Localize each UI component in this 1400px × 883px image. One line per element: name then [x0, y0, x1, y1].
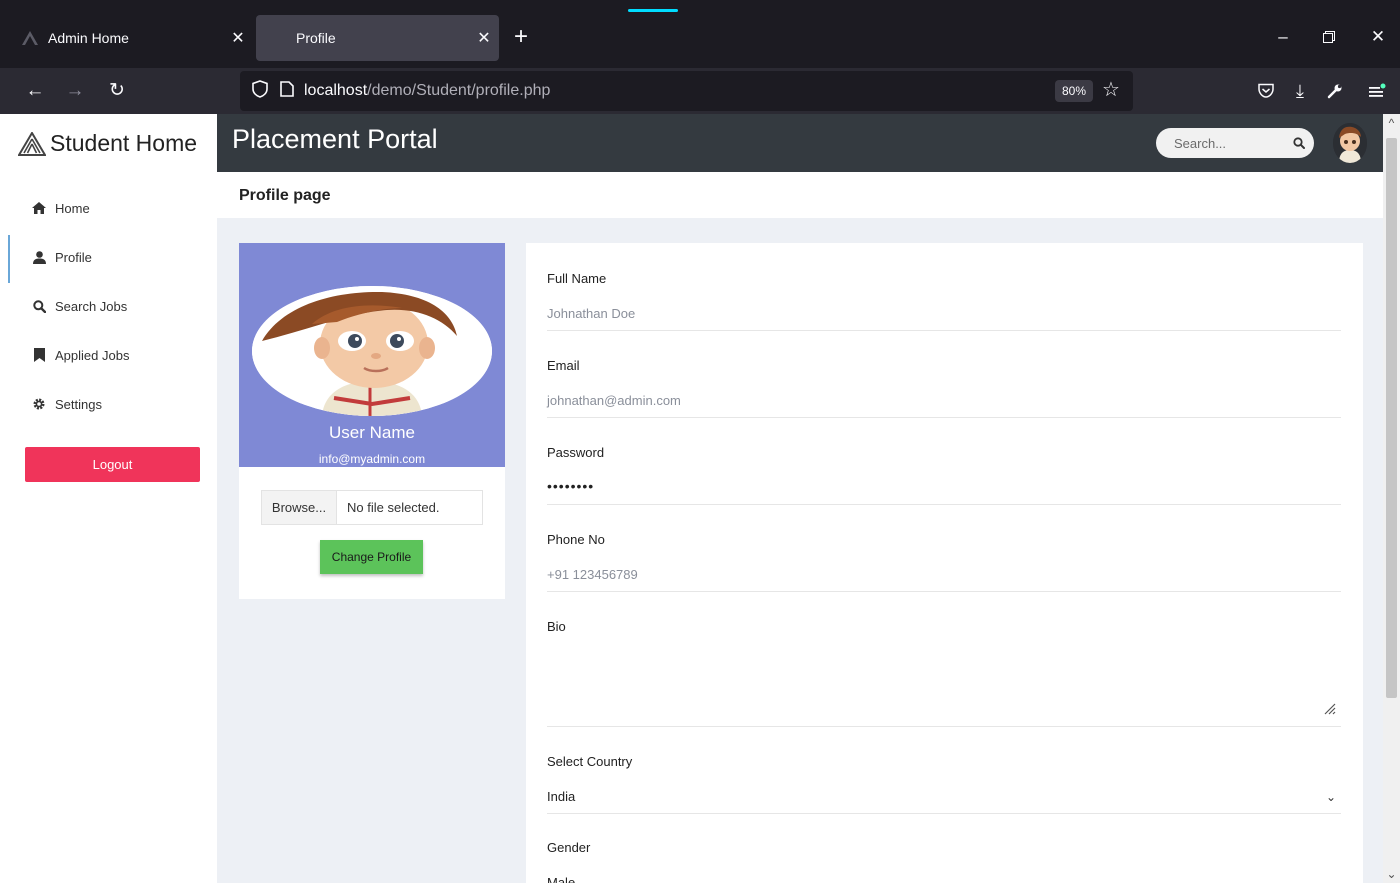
file-input[interactable]: Browse... No file selected.: [261, 490, 483, 525]
page-subheader: Profile page: [217, 172, 1383, 218]
avatar[interactable]: [1333, 123, 1367, 163]
profile-avatar: [252, 286, 492, 416]
resize-handle-icon[interactable]: [1322, 701, 1336, 715]
email-label: Email: [547, 358, 580, 373]
browse-button[interactable]: Browse...: [262, 491, 337, 524]
zoom-indicator[interactable]: 80%: [1055, 80, 1093, 102]
full-name-field[interactable]: Johnathan Doe: [547, 306, 635, 321]
tab-title: Profile: [296, 30, 336, 46]
field-underline: [547, 504, 1341, 505]
reload-icon[interactable]: ↻: [102, 76, 132, 106]
phone-field[interactable]: +91 123456789: [547, 567, 638, 582]
url-text[interactable]: localhost/demo/Student/profile.php: [304, 82, 550, 100]
profile-card: User Name info@myadmin.com Browse... No …: [239, 243, 505, 599]
sidebar-item-applied-jobs[interactable]: Applied Jobs: [0, 333, 217, 377]
close-icon[interactable]: ✕: [223, 28, 253, 48]
country-select[interactable]: India: [547, 789, 575, 804]
sidebar-item-label: Profile: [55, 249, 92, 265]
sidebar-item-profile[interactable]: Profile: [0, 235, 217, 283]
change-profile-button[interactable]: Change Profile: [320, 540, 423, 574]
search-icon: [31, 299, 47, 313]
gear-icon: [31, 397, 47, 411]
field-underline: [547, 591, 1341, 592]
sidebar-item-label: Applied Jobs: [55, 347, 130, 363]
user-icon: [31, 250, 47, 264]
full-name-label: Full Name: [547, 271, 607, 286]
sidebar-item-label: Settings: [55, 396, 102, 412]
search-placeholder: Search...: [1174, 135, 1227, 151]
pocket-icon[interactable]: [1251, 76, 1281, 106]
page-content: Student Home Home Profile Search Jobs Ap: [0, 114, 1400, 883]
tab-profile[interactable]: Profile ✕: [256, 15, 499, 61]
window-close-icon[interactable]: ✕: [1358, 22, 1398, 52]
page-title: Profile page: [239, 187, 331, 204]
gender-label: Gender: [547, 840, 591, 855]
bookmark-star-icon[interactable]: ☆: [1102, 77, 1120, 102]
browser-tab-bar: Admin Home ✕ Profile ✕ + – ✕: [0, 0, 1400, 68]
field-underline: [547, 813, 1341, 814]
shield-icon[interactable]: [252, 79, 268, 103]
email-field[interactable]: johnathan@admin.com: [547, 393, 681, 408]
field-underline: [547, 726, 1341, 727]
field-underline: [547, 417, 1341, 418]
back-arrow-icon[interactable]: ←: [20, 76, 50, 106]
tab-title: Admin Home: [48, 30, 129, 46]
address-bar[interactable]: localhost/demo/Student/profile.php 80% ☆: [240, 71, 1133, 111]
search-input[interactable]: Search...: [1156, 128, 1314, 158]
tab-indicator: [628, 9, 678, 12]
sidebar-item-home[interactable]: Home: [0, 186, 217, 230]
search-icon[interactable]: [1284, 137, 1314, 149]
sidebar: Student Home Home Profile Search Jobs Ap: [0, 114, 217, 883]
password-label: Password: [547, 445, 605, 460]
file-status: No file selected.: [347, 500, 440, 515]
profile-user-email: info@myadmin.com: [318, 452, 426, 466]
scroll-down-icon[interactable]: ⌄: [1383, 865, 1400, 883]
chevron-down-icon[interactable]: ⌄: [1326, 876, 1336, 883]
bio-textarea[interactable]: [547, 653, 1327, 713]
restore-icon[interactable]: [1309, 22, 1349, 52]
download-icon[interactable]: ⤓: [1285, 76, 1315, 106]
tab-favicon-icon: [22, 30, 38, 46]
sidebar-item-search-jobs[interactable]: Search Jobs: [0, 284, 217, 328]
new-tab-icon[interactable]: +: [506, 22, 536, 52]
password-field[interactable]: ••••••••: [547, 478, 594, 494]
portal-title: Placement Portal: [232, 124, 438, 154]
close-icon[interactable]: ✕: [469, 28, 499, 48]
bio-label: Bio: [547, 619, 566, 634]
sidebar-item-settings[interactable]: Settings: [0, 382, 217, 426]
url-path: /demo/Student/profile.php: [367, 82, 551, 99]
chevron-down-icon[interactable]: ⌄: [1326, 790, 1336, 804]
scrollbar[interactable]: ^ ⌄: [1383, 114, 1400, 883]
brand-title: Student Home: [50, 130, 198, 156]
profile-form: Full Name Johnathan Doe Email johnathan@…: [526, 243, 1363, 883]
wrench-icon[interactable]: [1320, 76, 1350, 106]
page-icon: [280, 80, 294, 102]
logout-button[interactable]: Logout: [25, 447, 200, 482]
minimize-icon[interactable]: –: [1263, 22, 1303, 52]
url-host: localhost: [304, 82, 368, 99]
scroll-thumb[interactable]: [1386, 138, 1397, 698]
brand-logo-icon: [18, 131, 46, 156]
sidebar-item-label: Search Jobs: [55, 298, 128, 314]
forward-arrow-icon[interactable]: →: [60, 76, 90, 106]
brand[interactable]: Student Home: [18, 130, 197, 157]
home-icon: [31, 202, 47, 214]
top-header: Placement Portal Search...: [217, 114, 1383, 172]
sidebar-item-label: Home: [55, 200, 90, 216]
tab-admin-home[interactable]: Admin Home ✕: [8, 15, 253, 61]
tab-favicon-icon: [270, 30, 286, 46]
phone-label: Phone No: [547, 532, 605, 547]
menu-icon[interactable]: [1362, 76, 1392, 106]
country-label: Select Country: [547, 754, 633, 769]
profile-banner: User Name info@myadmin.com: [239, 243, 505, 467]
scroll-up-icon[interactable]: ^: [1383, 114, 1400, 132]
browser-nav-bar: ← → ↻ localhost/demo/Student/profile.php…: [0, 68, 1400, 114]
profile-user-name: User Name: [329, 423, 415, 442]
field-underline: [547, 330, 1341, 331]
bookmark-icon: [31, 348, 47, 362]
gender-select[interactable]: Male: [547, 875, 575, 883]
